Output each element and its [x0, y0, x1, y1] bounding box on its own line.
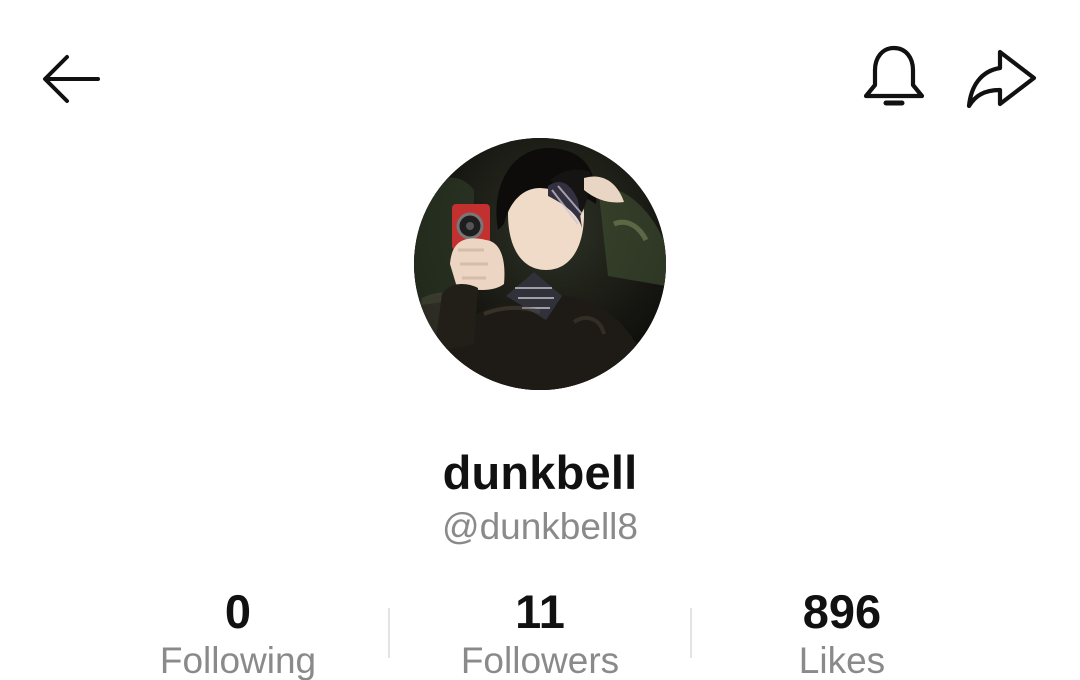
followers-count: 11: [515, 585, 565, 638]
followers-stat[interactable]: 11 Followers: [390, 584, 690, 680]
arrow-left-icon: [43, 55, 100, 103]
followers-label: Followers: [460, 640, 620, 680]
likes-label: Likes: [798, 640, 886, 680]
bell-icon: [863, 45, 925, 106]
username: @dunkbell8: [442, 506, 638, 547]
share-arrow-icon: [966, 49, 1037, 109]
avatar[interactable]: [414, 138, 666, 390]
profile-stats: 0 Following 11 Followers 896 Likes: [88, 584, 992, 680]
likes-count: 896: [802, 585, 882, 638]
notification-button[interactable]: [858, 42, 930, 114]
back-button[interactable]: [36, 44, 108, 116]
display-name: dunkbell: [442, 446, 638, 499]
profile-photo: [414, 138, 666, 390]
stats-divider: [690, 608, 692, 658]
stats-divider: [388, 608, 390, 658]
following-count: 0: [224, 585, 252, 638]
likes-stat[interactable]: 896 Likes: [692, 584, 992, 680]
following-stat[interactable]: 0 Following: [88, 584, 388, 680]
profile-page: dunkbell @dunkbell8 0 Following 11 Follo…: [0, 0, 1080, 680]
following-label: Following: [159, 640, 317, 680]
share-button[interactable]: [962, 42, 1042, 114]
